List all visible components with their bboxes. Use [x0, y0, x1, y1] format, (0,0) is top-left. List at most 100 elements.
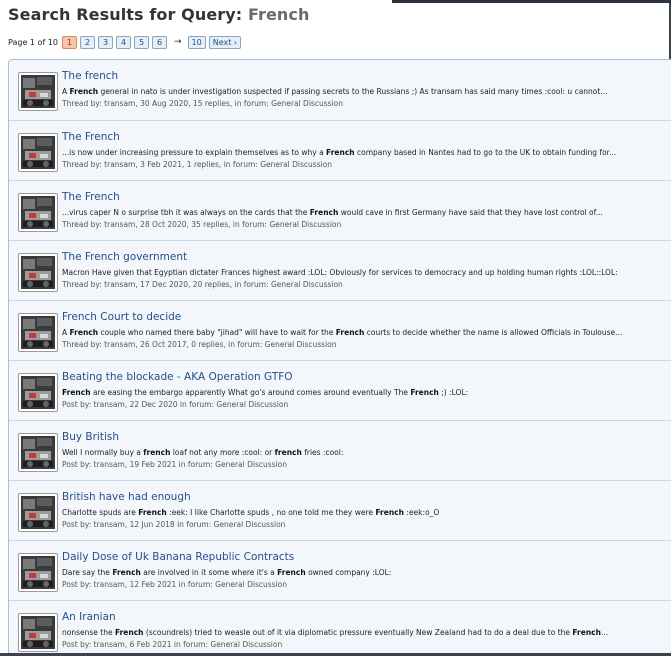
next-page-button[interactable]: Next ›	[208, 35, 242, 49]
highlighted-term: French	[326, 148, 355, 157]
pagination: Page 1 of 10 1 2 3 4 5 6 → 10 Next ›	[8, 35, 244, 49]
user-avatar[interactable]	[18, 433, 58, 472]
snippet-text: courts to decide whether the name is all…	[364, 328, 623, 337]
result-snippet: ...virus caper N o surprise tbh it was a…	[62, 208, 603, 217]
highlighted-term: French	[62, 388, 91, 397]
highlighted-term: French	[112, 568, 141, 577]
search-result-item: Daily Dose of Uk Banana Republic Contrac…	[9, 540, 671, 600]
result-snippet: A French couple who named there baby "ji…	[62, 328, 622, 337]
search-result-item: The french A French general in nato is un…	[9, 60, 671, 120]
snippet-text: are easing the embargo apparently What g…	[90, 388, 411, 397]
search-result-item: French Court to decide A French couple wh…	[9, 300, 671, 360]
result-snippet: French are easing the embargo apparently…	[62, 388, 468, 397]
search-result-item: The French ...is now under increasing pre…	[9, 120, 671, 180]
avatar-image-icon	[21, 136, 55, 169]
snippet-text: would cave in first Germany have said th…	[338, 208, 603, 217]
avatar-image-icon	[21, 556, 55, 589]
result-title-link[interactable]: British have had enough	[62, 491, 191, 503]
snippet-text: Well I normally buy a	[62, 448, 144, 457]
result-meta: Thread by: transam, 26 Oct 2017, 0 repli…	[62, 340, 337, 349]
result-snippet: Dare say the French are involved in it s…	[62, 568, 391, 577]
avatar-image-icon	[21, 256, 55, 289]
highlighted-term: French	[114, 628, 144, 637]
snippet-text: company based in Nantes had to go to the…	[354, 148, 617, 157]
snippet-text: :eek:o_O	[403, 508, 440, 517]
highlighted-term: French	[69, 328, 99, 337]
result-title-link[interactable]: The French government	[62, 251, 187, 263]
search-result-item: Beating the blockade - AKA Operation GTF…	[9, 360, 671, 420]
pagination-skip-arrow: →	[173, 37, 182, 47]
user-avatar[interactable]	[18, 313, 58, 352]
snippet-text: Charlotte spuds are	[62, 508, 139, 517]
result-title-link[interactable]: The French	[62, 191, 120, 203]
avatar-image-icon	[21, 316, 55, 349]
result-meta: Thread by: transam, 3 Feb 2021, 1 replie…	[62, 160, 333, 169]
result-snippet: Macron Have given that Egyptian dictater…	[62, 268, 618, 277]
result-snippet: ...is now under increasing pressure to e…	[62, 148, 616, 157]
snippet-text: loaf not any more :cool: or	[170, 448, 275, 457]
page-link-6[interactable]: 6	[151, 35, 167, 49]
highlighted-term: French	[277, 568, 306, 577]
page-link-2[interactable]: 2	[79, 35, 95, 49]
snippet-text: couple who named there baby "jihad" will…	[98, 328, 336, 337]
search-result-item: The French government Macron Have given t…	[9, 240, 671, 300]
highlighted-term: French	[335, 328, 365, 337]
page-link-3[interactable]: 3	[97, 35, 113, 49]
avatar-image-icon	[21, 496, 55, 529]
user-avatar[interactable]	[18, 553, 58, 592]
highlighted-term: French	[138, 508, 167, 517]
result-title-link[interactable]: The french	[62, 70, 118, 82]
highlighted-term: French	[69, 87, 99, 96]
user-avatar[interactable]	[18, 193, 58, 232]
snippet-text: are involved in it some where it's a	[140, 568, 278, 577]
result-title-link[interactable]: Daily Dose of Uk Banana Republic Contrac…	[62, 551, 294, 563]
snippet-text: ...virus caper N o surprise tbh it was a…	[62, 208, 310, 217]
result-title-link[interactable]: Buy British	[62, 431, 119, 443]
result-title-link[interactable]: The French	[62, 131, 120, 143]
result-meta: Thread by: transam, 28 Oct 2020, 35 repl…	[62, 220, 342, 229]
page-link-1[interactable]: 1	[61, 35, 77, 49]
search-result-item: British have had enough Charlotte spuds a…	[9, 480, 671, 540]
page-link-5[interactable]: 5	[133, 35, 149, 49]
result-snippet: nonsense the French (scoundrels) tried t…	[62, 628, 608, 637]
avatar-image-icon	[21, 75, 55, 108]
user-avatar[interactable]	[18, 373, 58, 412]
snippet-text: A	[62, 87, 70, 96]
user-avatar[interactable]	[18, 493, 58, 532]
page-title-prefix: Search Results for Query:	[8, 5, 243, 24]
highlighted-term: French	[572, 628, 601, 637]
search-result-item: An Iranian nonsense the French (scoundrel…	[9, 600, 671, 656]
result-title-link[interactable]: French Court to decide	[62, 311, 181, 323]
avatar-image-icon	[21, 376, 55, 409]
result-meta: Post by: transam, 12 Feb 2021 in forum: …	[62, 580, 287, 589]
snippet-text: ...	[600, 628, 609, 637]
user-avatar[interactable]	[18, 133, 58, 172]
page-link-4[interactable]: 4	[115, 35, 131, 49]
highlighted-term: french	[274, 448, 302, 457]
result-title-link[interactable]: Beating the blockade - AKA Operation GTF…	[62, 371, 293, 383]
user-avatar[interactable]	[18, 253, 58, 292]
user-avatar[interactable]	[18, 613, 58, 652]
window-top-bar	[392, 0, 671, 3]
highlighted-term: French	[375, 508, 404, 517]
page-link-last[interactable]: 10	[187, 35, 206, 49]
avatar-image-icon	[21, 436, 55, 469]
result-title-link[interactable]: An Iranian	[62, 611, 116, 623]
user-avatar[interactable]	[18, 72, 58, 111]
pagination-label: Page 1 of 10	[8, 37, 58, 47]
snippet-text: Dare say the	[62, 568, 113, 577]
highlighted-term: French	[309, 208, 339, 217]
result-snippet: Well I normally buy a french loaf not an…	[62, 448, 343, 457]
snippet-text: (scoundrels) tried to weasle out of it v…	[143, 628, 573, 637]
search-result-item: The French ...virus caper N o surprise tb…	[9, 180, 671, 240]
highlighted-term: French	[410, 388, 439, 397]
search-query: French	[247, 5, 310, 24]
search-result-item: Buy British Well I normally buy a french …	[9, 420, 671, 480]
result-meta: Post by: transam, 19 Feb 2021 in forum: …	[62, 460, 287, 469]
result-meta: Post by: transam, 22 Dec 2020 in forum: …	[62, 400, 289, 409]
snippet-text: :eek: I like Charlotte spuds , no one to…	[166, 508, 376, 517]
snippet-text: ;) :LOL:	[438, 388, 469, 397]
avatar-image-icon	[21, 196, 55, 229]
result-meta: Thread by: transam, 30 Aug 2020, 15 repl…	[62, 99, 343, 108]
result-meta: Post by: transam, 12 Jun 2018 in forum: …	[62, 520, 286, 529]
